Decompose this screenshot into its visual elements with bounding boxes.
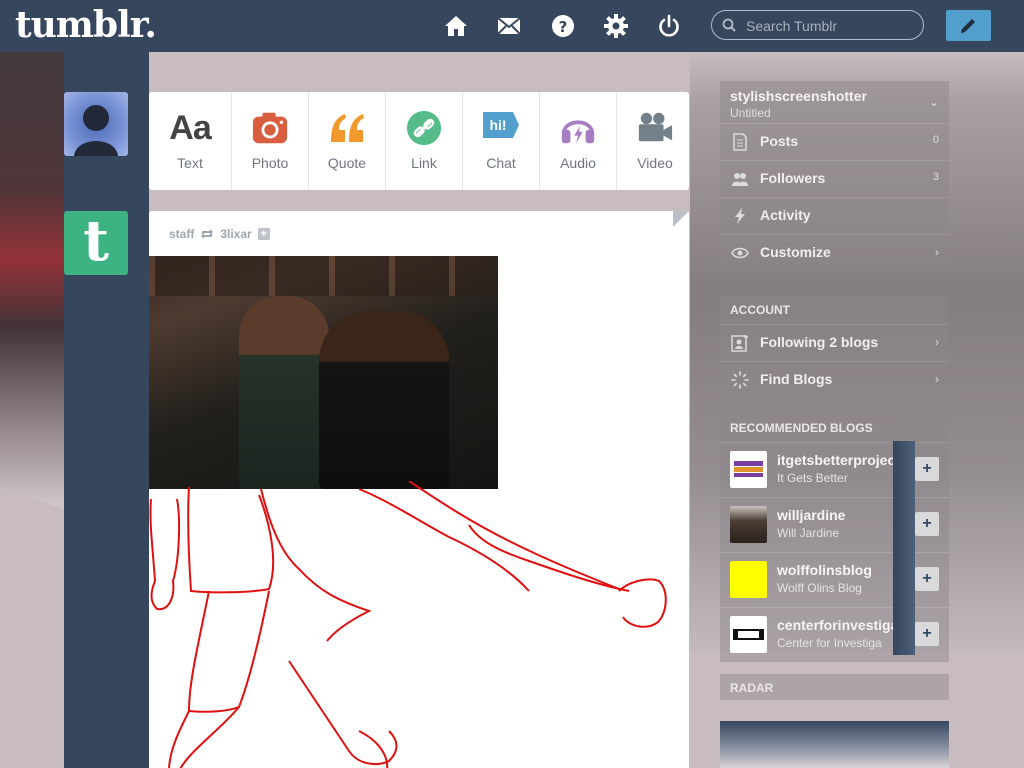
blog-title: Untitled <box>730 106 771 120</box>
reblog-icon <box>201 229 214 239</box>
blog-thumbnail <box>730 561 767 598</box>
photo-person-right <box>319 311 449 489</box>
recommended-scrollbar[interactable] <box>893 441 915 655</box>
account-heading: ACCOUNT <box>720 296 949 325</box>
blog-thumbnail <box>730 616 767 653</box>
follow-plus-icon[interactable]: + <box>257 228 270 240</box>
follow-button[interactable]: + <box>915 622 939 646</box>
post-type-video[interactable]: Video <box>617 92 693 190</box>
radar-post-thumbnail[interactable] <box>720 721 949 768</box>
left-rail <box>64 52 149 768</box>
camera-icon <box>250 108 290 148</box>
sidebar-item-customize[interactable]: Customize › <box>720 235 949 271</box>
blog-panel: stylishscreenshotter Untitled ⌄ Posts 0 … <box>720 81 949 271</box>
svg-text:hi!: hi! <box>489 117 506 133</box>
chevron-right-icon: › <box>935 372 939 386</box>
chevron-right-icon: › <box>935 245 939 259</box>
chat-icon: hi! <box>481 108 521 148</box>
photo-person-left <box>239 296 329 489</box>
tumblr-logo[interactable]: tumblr. <box>15 4 157 46</box>
post-type-photo[interactable]: Photo <box>232 92 309 190</box>
search-icon <box>722 18 736 32</box>
radar-heading-bar: RADAR <box>720 674 949 700</box>
person-card-icon <box>731 335 748 352</box>
compose-button[interactable] <box>946 10 991 41</box>
staff-avatar[interactable]: t <box>64 211 128 275</box>
chevron-down-icon: ⌄ <box>928 95 939 109</box>
search-box <box>711 10 924 40</box>
post-type-audio[interactable]: Audio <box>540 92 617 190</box>
post-type-text[interactable]: Aa Text <box>149 92 232 190</box>
mail-icon[interactable] <box>496 13 522 39</box>
post-type-quote[interactable]: Quote <box>309 92 386 190</box>
document-icon <box>733 133 747 151</box>
svg-text:?: ? <box>559 18 568 36</box>
post-corner-fold <box>673 211 689 227</box>
recommended-heading: RECOMMENDED BLOGS <box>720 414 949 443</box>
search-input[interactable] <box>744 16 918 36</box>
post-author[interactable]: staff <box>169 227 194 241</box>
gear-icon[interactable] <box>603 13 629 39</box>
post-header: staff 3lixar + <box>169 227 270 241</box>
home-icon[interactable] <box>443 13 469 39</box>
follow-button[interactable]: + <box>915 512 939 536</box>
post-type-bar: Aa Text Photo Quote Link hi! Chat Audio <box>149 92 689 190</box>
link-icon <box>404 108 444 148</box>
radar-heading: RADAR <box>730 681 774 695</box>
video-camera-icon <box>635 108 675 148</box>
pencil-icon <box>961 19 975 33</box>
blog-thumbnail <box>730 506 767 543</box>
user-avatar[interactable] <box>64 92 128 156</box>
follow-button[interactable]: + <box>915 567 939 591</box>
blog-switcher[interactable]: stylishscreenshotter Untitled ⌄ <box>720 81 949 124</box>
help-icon[interactable]: ? <box>550 13 576 39</box>
post-type-link[interactable]: Link <box>386 92 463 190</box>
post-photo[interactable] <box>149 256 498 489</box>
follow-button[interactable]: + <box>915 457 939 481</box>
blog-thumbnail <box>730 451 767 488</box>
red-line-drawing <box>149 481 667 768</box>
reblog-source[interactable]: 3lixar <box>220 227 251 241</box>
sidebar-item-posts[interactable]: Posts 0 <box>720 124 949 161</box>
loading-spinner-icon <box>731 371 749 389</box>
post-type-chat[interactable]: hi! Chat <box>463 92 540 190</box>
sidebar-item-activity[interactable]: Activity <box>720 198 949 235</box>
text-icon: Aa <box>169 108 211 147</box>
headphones-icon <box>558 108 598 148</box>
sidebar-item-followers[interactable]: Followers 3 <box>720 161 949 198</box>
eye-icon <box>731 247 749 259</box>
blog-name: stylishscreenshotter <box>730 88 867 104</box>
lightning-icon <box>735 208 745 224</box>
silhouette-icon <box>74 105 118 156</box>
sidebar-item-following[interactable]: Following 2 blogs › <box>720 325 949 362</box>
account-panel: ACCOUNT Following 2 blogs › Find Blogs › <box>720 296 949 398</box>
power-icon[interactable] <box>656 13 682 39</box>
top-bar: tumblr. ? <box>0 0 1024 52</box>
chevron-right-icon: › <box>935 335 939 349</box>
quote-icon <box>327 108 367 148</box>
people-icon <box>732 173 748 186</box>
post-card: staff 3lixar + <box>149 211 689 768</box>
sidebar-item-find-blogs[interactable]: Find Blogs › <box>720 362 949 398</box>
